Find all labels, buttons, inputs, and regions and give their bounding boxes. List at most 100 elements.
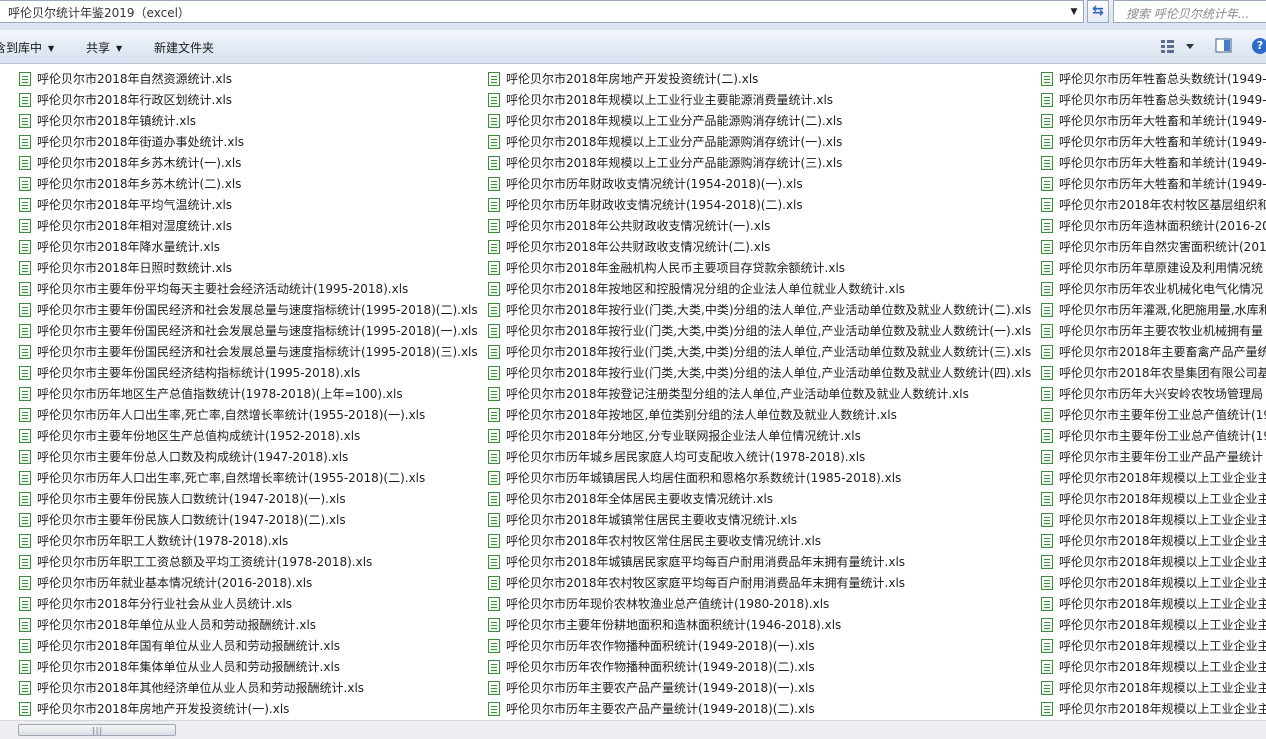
file-item[interactable]: 呼伦贝尔市2018年镇统计.xls [19, 111, 478, 132]
file-item[interactable]: 呼伦贝尔市历年城镇居民人均居住面积和恩格尔系数统计(1985-2018).xls [488, 468, 1031, 489]
file-item[interactable]: 呼伦贝尔市2018年规模以上工业企业主 [1041, 468, 1266, 489]
search-input[interactable]: 搜索 呼伦贝尔统计年... [1126, 5, 1249, 22]
file-item[interactable]: 呼伦贝尔市2018年农垦集团有限公司基 [1041, 363, 1266, 384]
file-item[interactable]: 呼伦贝尔市历年大牲畜和羊统计(1949-2 [1041, 174, 1266, 195]
file-item[interactable]: 呼伦贝尔市2018年全体居民主要收支情况统计.xls [488, 489, 1031, 510]
horizontal-scrollbar[interactable]: ||| [0, 720, 1266, 739]
view-options-button[interactable] [1160, 38, 1196, 54]
file-item[interactable]: 呼伦贝尔市2018年分地区,分专业联网报企业法人单位情况统计.xls [488, 426, 1031, 447]
file-item[interactable]: 呼伦贝尔市2018年主要畜禽产品产量统 [1041, 342, 1266, 363]
file-item[interactable]: 呼伦贝尔市2018年公共财政收支情况统计(一).xls [488, 216, 1031, 237]
file-item[interactable]: 呼伦贝尔市2018年规模以上工业企业主 [1041, 552, 1266, 573]
file-item[interactable]: 呼伦贝尔市2018年乡苏木统计(一).xls [19, 153, 478, 174]
file-item[interactable]: 呼伦贝尔市2018年按地区和控股情况分组的企业法人单位就业人数统计.xls [488, 279, 1031, 300]
file-item[interactable]: 呼伦贝尔市历年人口出生率,死亡率,自然增长率统计(1955-2018)(一).x… [19, 405, 478, 426]
file-item[interactable]: 呼伦贝尔市历年主要农牧业机械拥有量 [1041, 321, 1266, 342]
scrollbar-thumb[interactable]: ||| [18, 724, 176, 736]
file-item[interactable]: 呼伦贝尔市主要年份国民经济和社会发展总量与速度指标统计(1995-2018)(二… [19, 300, 478, 321]
file-item[interactable]: 呼伦贝尔市历年职工人数统计(1978-2018).xls [19, 531, 478, 552]
file-item[interactable]: 呼伦贝尔市2018年街道办事处统计.xls [19, 132, 478, 153]
file-item[interactable]: 呼伦贝尔市2018年按行业(门类,大类,中类)分组的法人单位,产业活动单位数及就… [488, 342, 1031, 363]
file-item[interactable]: 呼伦贝尔市历年主要农产品产量统计(1949-2018)(一).xls [488, 678, 1031, 699]
file-item[interactable]: 呼伦贝尔市2018年农村牧区常住居民主要收支情况统计.xls [488, 531, 1031, 552]
file-item[interactable]: 呼伦贝尔市历年地区生产总值指数统计(1978-2018)(上年=100).xls [19, 384, 478, 405]
file-item[interactable]: 呼伦贝尔市2018年自然资源统计.xls [19, 69, 478, 90]
file-item[interactable]: 呼伦贝尔市主要年份国民经济和社会发展总量与速度指标统计(1995-2018)(三… [19, 342, 478, 363]
new-folder-button[interactable]: 新建文件夹 [154, 39, 214, 56]
file-item[interactable]: 呼伦贝尔市2018年规模以上工业企业主 [1041, 636, 1266, 657]
chevron-down-icon[interactable]: ▼ [1066, 4, 1082, 20]
file-item[interactable]: 呼伦贝尔市2018年规模以上工业分产品能源购消存统计(一).xls [488, 132, 1031, 153]
file-item[interactable]: 呼伦贝尔市2018年集体单位从业人员和劳动报酬统计.xls [19, 657, 478, 678]
file-item[interactable]: 呼伦贝尔市历年大牲畜和羊统计(1949-2 [1041, 111, 1266, 132]
address-bar[interactable]: 呼伦贝尔统计年鉴2019（excel） ▼ [0, 0, 1084, 23]
file-item[interactable]: 呼伦贝尔市2018年规模以上工业企业主 [1041, 531, 1266, 552]
file-item[interactable]: 呼伦贝尔市2018年规模以上工业分产品能源购消存统计(三).xls [488, 153, 1031, 174]
file-item[interactable]: 呼伦贝尔市2018年单位从业人员和劳动报酬统计.xls [19, 615, 478, 636]
file-item[interactable]: 呼伦贝尔市主要年份民族人口数统计(1947-2018)(一).xls [19, 489, 478, 510]
file-item[interactable]: 呼伦贝尔市历年农业机械化电气化情况 [1041, 279, 1266, 300]
file-item[interactable]: 呼伦贝尔市主要年份地区生产总值构成统计(1952-2018).xls [19, 426, 478, 447]
file-item[interactable]: 呼伦贝尔市历年牲畜总头数统计(1949-2 [1041, 69, 1266, 90]
file-item[interactable]: 呼伦贝尔市2018年其他经济单位从业人员和劳动报酬统计.xls [19, 678, 478, 699]
file-item[interactable]: 呼伦贝尔市2018年房地产开发投资统计(一).xls [19, 699, 478, 720]
include-in-library-button[interactable]: 含到库中 ▼ [0, 39, 54, 56]
file-item[interactable]: 呼伦贝尔市2018年国有单位从业人员和劳动报酬统计.xls [19, 636, 478, 657]
file-item[interactable]: 呼伦贝尔市历年主要农产品产量统计(1949-2018)(二).xls [488, 699, 1031, 720]
file-item[interactable]: 呼伦贝尔市2018年规模以上工业行业主要能源消费量统计.xls [488, 90, 1031, 111]
file-item[interactable]: 呼伦贝尔市2018年平均气温统计.xls [19, 195, 478, 216]
file-item[interactable]: 呼伦贝尔市历年大牲畜和羊统计(1949-2 [1041, 132, 1266, 153]
file-item[interactable]: 呼伦贝尔市主要年份总人口数及构成统计(1947-2018).xls [19, 447, 478, 468]
file-item[interactable]: 呼伦贝尔市2018年按地区,单位类别分组的法人单位数及就业人数统计.xls [488, 405, 1031, 426]
file-item[interactable]: 呼伦贝尔市历年自然灾害面积统计(201 [1041, 237, 1266, 258]
share-button[interactable]: 共享 ▼ [86, 39, 122, 56]
file-item[interactable]: 呼伦贝尔市历年财政收支情况统计(1954-2018)(二).xls [488, 195, 1031, 216]
file-item[interactable]: 呼伦贝尔市2018年行政区划统计.xls [19, 90, 478, 111]
file-item[interactable]: 呼伦贝尔市主要年份工业总产值统计(19 [1041, 426, 1266, 447]
file-item[interactable]: 呼伦贝尔市2018年按登记注册类型分组的法人单位,产业活动单位数及就业人数统计.… [488, 384, 1031, 405]
file-item[interactable]: 呼伦贝尔市2018年降水量统计.xls [19, 237, 478, 258]
file-item[interactable]: 呼伦贝尔市历年人口出生率,死亡率,自然增长率统计(1955-2018)(二).x… [19, 468, 478, 489]
file-item[interactable]: 呼伦贝尔市2018年规模以上工业企业主 [1041, 678, 1266, 699]
file-item[interactable]: 呼伦贝尔市2018年公共财政收支情况统计(二).xls [488, 237, 1031, 258]
file-item[interactable]: 呼伦贝尔市2018年农村牧区家庭平均每百户耐用消费品年末拥有量统计.xls [488, 573, 1031, 594]
file-item[interactable]: 呼伦贝尔市主要年份工业产品产量统计 [1041, 447, 1266, 468]
file-item[interactable]: 呼伦贝尔市主要年份民族人口数统计(1947-2018)(二).xls [19, 510, 478, 531]
file-item[interactable]: 呼伦贝尔市历年就业基本情况统计(2016-2018).xls [19, 573, 478, 594]
file-item[interactable]: 呼伦贝尔市历年草原建设及利用情况统 [1041, 258, 1266, 279]
refresh-icon[interactable]: ⇆ [1087, 0, 1109, 23]
file-item[interactable]: 呼伦贝尔市2018年分行业社会从业人员统计.xls [19, 594, 478, 615]
file-item[interactable]: 呼伦贝尔市历年造林面积统计(2016-20 [1041, 216, 1266, 237]
file-item[interactable]: 呼伦贝尔市2018年日照时数统计.xls [19, 258, 478, 279]
file-item[interactable]: 呼伦贝尔市2018年规模以上工业企业主 [1041, 615, 1266, 636]
preview-pane-button[interactable] [1215, 38, 1233, 54]
file-item[interactable]: 呼伦贝尔市历年现价农林牧渔业总产值统计(1980-2018).xls [488, 594, 1031, 615]
file-item[interactable]: 呼伦贝尔市2018年房地产开发投资统计(二).xls [488, 69, 1031, 90]
file-item[interactable]: 呼伦贝尔市2018年规模以上工业企业主 [1041, 657, 1266, 678]
help-icon[interactable]: ? [1252, 38, 1266, 54]
file-item[interactable]: 呼伦贝尔市2018年农村牧区基层组织和 [1041, 195, 1266, 216]
file-item[interactable]: 呼伦贝尔市2018年规模以上工业分产品能源购消存统计(二).xls [488, 111, 1031, 132]
file-item[interactable]: 呼伦贝尔市2018年乡苏木统计(二).xls [19, 174, 478, 195]
file-item[interactable]: 呼伦贝尔市历年财政收支情况统计(1954-2018)(一).xls [488, 174, 1031, 195]
file-item[interactable]: 呼伦贝尔市2018年金融机构人民币主要项目存贷款余额统计.xls [488, 258, 1031, 279]
file-item[interactable]: 呼伦贝尔市2018年按行业(门类,大类,中类)分组的法人单位,产业活动单位数及就… [488, 321, 1031, 342]
file-item[interactable]: 呼伦贝尔市2018年相对湿度统计.xls [19, 216, 478, 237]
file-item[interactable]: 呼伦贝尔市历年牲畜总头数统计(1949-2 [1041, 90, 1266, 111]
file-item[interactable]: 呼伦贝尔市主要年份国民经济和社会发展总量与速度指标统计(1995-2018)(一… [19, 321, 478, 342]
file-item[interactable]: 呼伦贝尔市2018年按行业(门类,大类,中类)分组的法人单位,产业活动单位数及就… [488, 363, 1031, 384]
file-item[interactable]: 呼伦贝尔市历年职工工资总额及平均工资统计(1978-2018).xls [19, 552, 478, 573]
address-path[interactable]: 呼伦贝尔统计年鉴2019（excel） [8, 4, 190, 21]
file-item[interactable]: 呼伦贝尔市历年大牲畜和羊统计(1949-2 [1041, 153, 1266, 174]
file-item[interactable]: 呼伦贝尔市2018年规模以上工业企业主 [1041, 489, 1266, 510]
file-item[interactable]: 呼伦贝尔市主要年份国民经济结构指标统计(1995-2018).xls [19, 363, 478, 384]
file-item[interactable]: 呼伦贝尔市2018年规模以上工业企业主 [1041, 699, 1266, 720]
file-item[interactable]: 呼伦贝尔市主要年份平均每天主要社会经济活动统计(1995-2018).xls [19, 279, 478, 300]
file-item[interactable]: 呼伦贝尔市2018年规模以上工业企业主 [1041, 573, 1266, 594]
search-box[interactable]: 搜索 呼伦贝尔统计年... [1113, 0, 1266, 23]
file-item[interactable]: 呼伦贝尔市历年城乡居民家庭人均可支配收入统计(1978-2018).xls [488, 447, 1031, 468]
file-item[interactable]: 呼伦贝尔市2018年按行业(门类,大类,中类)分组的法人单位,产业活动单位数及就… [488, 300, 1031, 321]
file-item[interactable]: 呼伦贝尔市主要年份工业总产值统计(19 [1041, 405, 1266, 426]
file-item[interactable]: 呼伦贝尔市2018年规模以上工业企业主 [1041, 594, 1266, 615]
file-item[interactable]: 呼伦贝尔市2018年城镇常住居民主要收支情况统计.xls [488, 510, 1031, 531]
